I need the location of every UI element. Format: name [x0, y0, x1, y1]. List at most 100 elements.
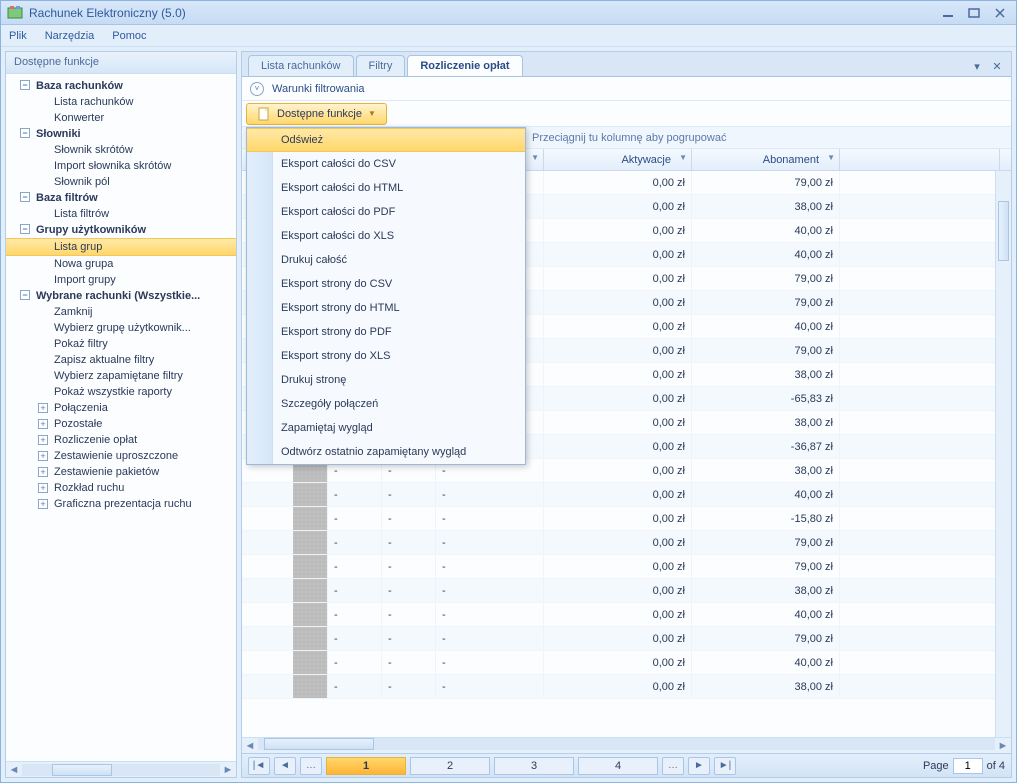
plus-icon[interactable]: +	[38, 467, 48, 477]
minus-icon[interactable]: −	[20, 290, 30, 300]
tab-menu-icon[interactable]: ▾	[969, 58, 985, 74]
minus-icon[interactable]: −	[20, 192, 30, 202]
scroll-left-icon[interactable]: ◄	[6, 762, 22, 778]
pager-page-3[interactable]: 3	[494, 757, 574, 775]
pager-last[interactable]: ►|	[714, 757, 736, 775]
scroll-left-icon[interactable]: ◄	[242, 738, 258, 754]
tree-group[interactable]: −Baza rachunków	[6, 78, 236, 94]
dropdown-item[interactable]: Eksport całości do PDF	[247, 200, 525, 224]
tree-group[interactable]: −Wybrane rachunki (Wszystkie...	[6, 288, 236, 304]
dropdown-item[interactable]: Odtwórz ostatnio zapamiętany wygląd	[247, 440, 525, 464]
dropdown-item[interactable]: Eksport strony do XLS	[247, 344, 525, 368]
table-row[interactable]: 605---0,00 zł79,00 zł	[242, 627, 1011, 651]
pager-next[interactable]: ►	[688, 757, 710, 775]
pager-ellipsis-right[interactable]: …	[662, 757, 684, 775]
dropdown-item[interactable]: Eksport strony do CSV	[247, 272, 525, 296]
menu-plik[interactable]: Plik	[9, 30, 27, 42]
col-aktywacje[interactable]: Aktywacje▼	[544, 149, 692, 170]
tree-item[interactable]: Słownik pól	[6, 174, 236, 190]
scroll-thumb[interactable]	[52, 764, 112, 776]
pager-prev[interactable]: ◄	[274, 757, 296, 775]
dropdown-item[interactable]: Eksport strony do HTML	[247, 296, 525, 320]
vscroll-thumb[interactable]	[998, 201, 1009, 261]
dropdown-item[interactable]: Zapamiętaj wygląd	[247, 416, 525, 440]
tree-subitem[interactable]: +Rozliczenie opłat	[6, 432, 236, 448]
tree-item[interactable]: Lista grup	[6, 238, 236, 256]
minimize-button[interactable]	[938, 6, 958, 20]
menu-narzedzia[interactable]: Narzędzia	[45, 30, 95, 42]
collapse-filter-icon[interactable]: ˅	[250, 82, 264, 96]
tree-subitem[interactable]: +Pozostałe	[6, 416, 236, 432]
plus-icon[interactable]: +	[38, 451, 48, 461]
table-row[interactable]: 605---0,00 zł38,00 zł	[242, 579, 1011, 603]
sidebar-hscroll[interactable]: ◄ ►	[6, 761, 236, 777]
tree-item[interactable]: Wybierz grupę użytkownik...	[6, 320, 236, 336]
pager-page-4[interactable]: 4	[578, 757, 658, 775]
dropdown-item[interactable]: Eksport strony do PDF	[247, 320, 525, 344]
filter-icon[interactable]: ▼	[827, 153, 835, 162]
tree-item[interactable]: Lista rachunków	[6, 94, 236, 110]
pager-ellipsis-left[interactable]: …	[300, 757, 322, 775]
scroll-track[interactable]	[22, 764, 220, 776]
tree-group[interactable]: −Baza filtrów	[6, 190, 236, 206]
filter-icon[interactable]: ▼	[679, 153, 687, 162]
dropdown-item[interactable]: Eksport całości do HTML	[247, 176, 525, 200]
minus-icon[interactable]: −	[20, 80, 30, 90]
tree-item[interactable]: Zapisz aktualne filtry	[6, 352, 236, 368]
tab-filtry[interactable]: Filtry	[356, 55, 406, 76]
scroll-thumb[interactable]	[264, 738, 374, 750]
grid-vscroll[interactable]	[995, 171, 1011, 737]
menu-pomoc[interactable]: Pomoc	[112, 30, 146, 42]
table-row[interactable]: 605---0,00 zł40,00 zł	[242, 603, 1011, 627]
dropdown-item[interactable]: Eksport całości do CSV	[247, 152, 525, 176]
plus-icon[interactable]: +	[38, 403, 48, 413]
pager-page-2[interactable]: 2	[410, 757, 490, 775]
table-row[interactable]: 605---0,00 zł38,00 zł	[242, 675, 1011, 699]
tab-rozliczenie-oplat[interactable]: Rozliczenie opłat	[407, 55, 522, 76]
table-row[interactable]: 603---0,00 zł40,00 zł	[242, 483, 1011, 507]
table-row[interactable]: 605---0,00 zł79,00 zł	[242, 531, 1011, 555]
plus-icon[interactable]: +	[38, 419, 48, 429]
tree-subitem[interactable]: +Graficzna prezentacja ruchu	[6, 496, 236, 512]
plus-icon[interactable]: +	[38, 435, 48, 445]
tree-item[interactable]: Import grupy	[6, 272, 236, 288]
plus-icon[interactable]: +	[38, 499, 48, 509]
tab-lista-rachunkow[interactable]: Lista rachunków	[248, 55, 354, 76]
tree-item[interactable]: Pokaż filtry	[6, 336, 236, 352]
tree-group[interactable]: −Grupy użytkowników	[6, 222, 236, 238]
dropdown-item[interactable]: Drukuj stronę	[247, 368, 525, 392]
tree-subitem[interactable]: +Rozkład ruchu	[6, 480, 236, 496]
close-button[interactable]	[990, 6, 1010, 20]
dropdown-item[interactable]: Odśwież	[247, 128, 525, 152]
tree-subitem[interactable]: +Zestawienie pakietów	[6, 464, 236, 480]
tree-item[interactable]: Lista filtrów	[6, 206, 236, 222]
dropdown-item[interactable]: Szczegóły połączeń	[247, 392, 525, 416]
tree-subitem[interactable]: +Zestawienie uproszczone	[6, 448, 236, 464]
dropdown-item[interactable]: Eksport całości do XLS	[247, 224, 525, 248]
pager-first[interactable]: |◄	[248, 757, 270, 775]
pager-page-1[interactable]: 1	[326, 757, 406, 775]
tree-item[interactable]: Pokaż wszystkie raporty	[6, 384, 236, 400]
tree-item[interactable]: Konwerter	[6, 110, 236, 126]
tree-item[interactable]: Nowa grupa	[6, 256, 236, 272]
tree-item[interactable]: Zamknij	[6, 304, 236, 320]
table-row[interactable]: 605---0,00 zł40,00 zł	[242, 651, 1011, 675]
minus-icon[interactable]: −	[20, 128, 30, 138]
filter-icon[interactable]: ▼	[531, 153, 539, 162]
scroll-right-icon[interactable]: ►	[995, 738, 1011, 754]
scroll-right-icon[interactable]: ►	[220, 762, 236, 778]
pager-page-input[interactable]	[953, 758, 983, 774]
tree-item[interactable]: Wybierz zapamiętane filtry	[6, 368, 236, 384]
col-abonament[interactable]: Abonament▼	[692, 149, 840, 170]
table-row[interactable]: 605---0,00 zł79,00 zł	[242, 555, 1011, 579]
tree-item[interactable]: Import słownika skrótów	[6, 158, 236, 174]
minus-icon[interactable]: −	[20, 224, 30, 234]
maximize-button[interactable]	[964, 6, 984, 20]
tab-close-icon[interactable]: ✕	[989, 58, 1005, 74]
function-tree[interactable]: −Baza rachunkówLista rachunkówKonwerter−…	[6, 74, 236, 761]
tree-subitem[interactable]: +Połączenia	[6, 400, 236, 416]
table-row[interactable]: 603---0,00 zł-15,80 zł	[242, 507, 1011, 531]
tree-item[interactable]: Słownik skrótów	[6, 142, 236, 158]
functions-dropdown-button[interactable]: Dostępne funkcje ▼	[246, 103, 387, 125]
tree-group[interactable]: −Słowniki	[6, 126, 236, 142]
